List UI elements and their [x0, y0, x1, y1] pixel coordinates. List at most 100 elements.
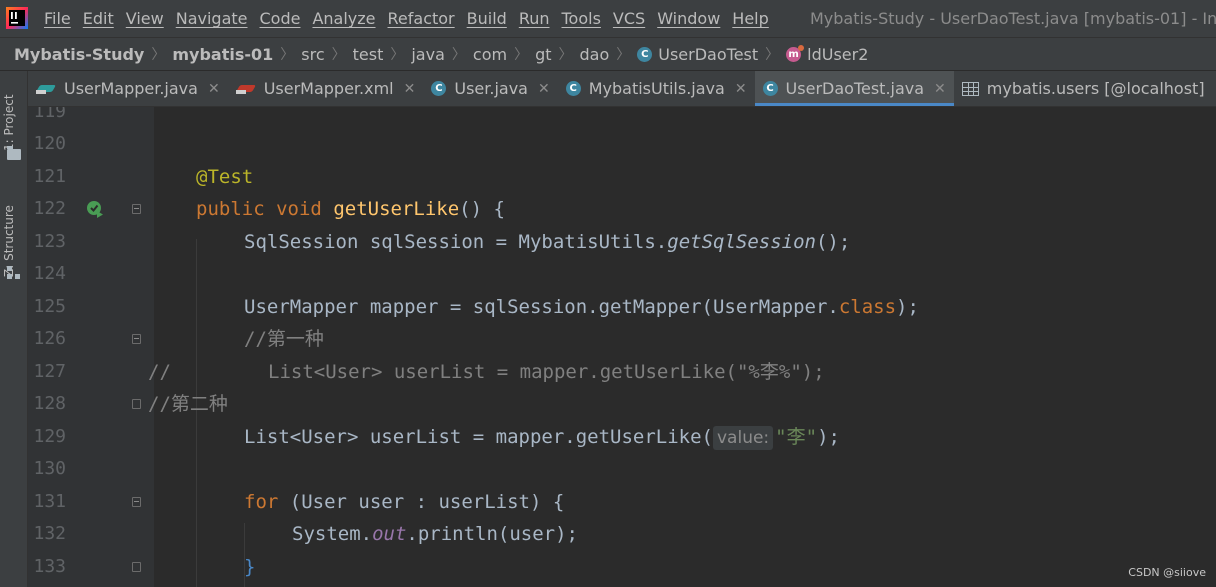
- chevron-right-icon: 〉: [280, 47, 295, 63]
- class-icon: C: [762, 81, 778, 96]
- code-line: 123 SqlSession sqlSession = MybatisUtils…: [28, 226, 1216, 258]
- parameter-hint: value:: [713, 426, 774, 450]
- crumb-class-label: UserDaoTest: [658, 44, 759, 64]
- line-number: 121: [33, 166, 66, 187]
- menu-window[interactable]: Window: [657, 9, 720, 28]
- class-icon: C: [637, 46, 653, 62]
- code-comment: //: [148, 361, 171, 383]
- fold-toggle-icon[interactable]: [132, 334, 141, 344]
- menu-run[interactable]: Run: [519, 9, 550, 28]
- code-line: 128 //第二种: [28, 388, 1216, 420]
- line-number: 125: [33, 296, 66, 317]
- folder-icon[interactable]: [7, 146, 21, 160]
- structure-tool-tab[interactable]: Z: Structure: [2, 189, 16, 277]
- fold-toggle-icon[interactable]: [132, 497, 141, 507]
- code-line: 133 }: [28, 551, 1216, 583]
- chevron-right-icon: 〉: [331, 47, 346, 63]
- menu-tools[interactable]: Tools: [562, 9, 601, 28]
- left-tool-strip: 1: Project Z: Structure: [0, 71, 28, 587]
- line-number: 126: [33, 328, 66, 349]
- crumb-com[interactable]: com: [473, 45, 507, 64]
- code-text: List<User> userList = mapper.getUserLike…: [244, 426, 840, 450]
- menu-file[interactable]: File: [44, 9, 71, 28]
- crumb-method-label: ldUser2: [807, 44, 869, 64]
- close-icon[interactable]: ✕: [404, 81, 416, 97]
- chevron-right-icon: 〉: [390, 47, 405, 63]
- code-line: 125 UserMapper mapper = sqlSession.getMa…: [28, 291, 1216, 323]
- code-comment: //第二种: [148, 393, 228, 415]
- chevron-right-icon: 〉: [151, 47, 166, 63]
- code-comment: //第一种: [244, 328, 324, 350]
- class-icon: C: [565, 81, 581, 96]
- code-text: public void getUserLike() {: [196, 198, 505, 220]
- tab-label: UserDaoTest.java: [785, 79, 925, 98]
- crumb-module[interactable]: mybatis-01: [172, 45, 273, 64]
- tab-usermapper-java[interactable]: UserMapper.java ✕: [28, 71, 228, 106]
- menu-edit[interactable]: Edit: [83, 9, 114, 28]
- close-icon[interactable]: ✕: [934, 81, 946, 97]
- mapper-xml-icon: [235, 82, 256, 96]
- table-icon: [961, 81, 979, 96]
- code-line: 119: [28, 107, 1216, 128]
- code-text: for (User user : userList) {: [244, 491, 565, 513]
- close-icon[interactable]: ✕: [208, 81, 220, 97]
- tab-mybatis-users-table[interactable]: mybatis.users [@localhost] ✕: [954, 71, 1216, 106]
- code-line: 122 public void getUserLike() {: [28, 193, 1216, 225]
- crumb-src[interactable]: src: [301, 45, 324, 64]
- menu-analyze[interactable]: Analyze: [312, 9, 375, 28]
- window-title: Mybatis-Study - UserDaoTest.java [mybati…: [810, 9, 1216, 28]
- chevron-right-icon: 〉: [514, 47, 529, 63]
- menu-view[interactable]: View: [126, 9, 164, 28]
- close-icon[interactable]: ✕: [538, 81, 550, 97]
- tab-user-java[interactable]: C User.java ✕: [423, 71, 557, 106]
- menu-build[interactable]: Build: [467, 9, 507, 28]
- chevron-right-icon: 〉: [558, 47, 573, 63]
- code-text: UserMapper mapper = sqlSession.getMapper…: [244, 296, 919, 318]
- code-line: 124: [28, 258, 1216, 290]
- crumb-project[interactable]: Mybatis-Study: [14, 45, 144, 64]
- menu-code[interactable]: Code: [260, 9, 301, 28]
- menu-refactor[interactable]: Refactor: [388, 9, 455, 28]
- code-comment: List<User> userList = mapper.getUserLike…: [268, 361, 825, 383]
- code-line: 130: [28, 453, 1216, 485]
- crumb-java[interactable]: java: [411, 45, 445, 64]
- line-number: 130: [33, 458, 66, 479]
- method-icon: m: [786, 44, 805, 62]
- intellij-logo-icon: [6, 7, 28, 29]
- line-number: 122: [33, 198, 66, 219]
- chevron-right-icon: 〉: [616, 47, 631, 63]
- tab-mybatisutils-java[interactable]: C MybatisUtils.java ✕: [558, 71, 755, 106]
- tab-userdaotest-java[interactable]: C UserDaoTest.java ✕: [754, 71, 955, 106]
- chevron-right-icon: 〉: [451, 47, 466, 63]
- structure-icon[interactable]: [7, 266, 21, 280]
- code-text: }: [244, 556, 256, 578]
- code-line: 121 @Test: [28, 161, 1216, 193]
- editor-tab-bar: UserMapper.java ✕ UserMapper.xml ✕ C Use…: [28, 71, 1216, 107]
- menu-help[interactable]: Help: [732, 9, 768, 28]
- line-number: 127: [33, 361, 66, 382]
- crumb-gt[interactable]: gt: [535, 45, 551, 64]
- close-icon[interactable]: ✕: [735, 81, 747, 97]
- crumb-method[interactable]: m ldUser2: [786, 44, 869, 64]
- code-text: System.out.println(user);: [292, 523, 578, 545]
- line-number: 132: [33, 523, 66, 544]
- fold-toggle-icon[interactable]: [132, 399, 141, 409]
- crumb-test[interactable]: test: [353, 45, 384, 64]
- fold-toggle-icon[interactable]: [132, 562, 141, 572]
- run-test-icon[interactable]: [86, 200, 104, 218]
- menu-navigate[interactable]: Navigate: [176, 9, 248, 28]
- code-line: 131 for (User user : userList) {: [28, 486, 1216, 518]
- project-tool-tab[interactable]: 1: Project: [2, 79, 16, 151]
- tab-usermapper-xml[interactable]: UserMapper.xml ✕: [228, 71, 424, 106]
- line-number: 128: [33, 393, 66, 414]
- fold-toggle-icon[interactable]: [132, 204, 141, 214]
- mapper-interface-icon: [36, 82, 56, 96]
- tab-label: MybatisUtils.java: [588, 79, 725, 98]
- code-editor[interactable]: 119 120 121 @Test 122 public void getUse…: [28, 107, 1216, 587]
- tab-label: UserMapper.java: [64, 79, 198, 98]
- crumb-class[interactable]: C UserDaoTest: [637, 45, 758, 64]
- code-line: 127 // List<User> userList = mapper.getU…: [28, 356, 1216, 388]
- menu-vcs[interactable]: VCS: [613, 9, 645, 28]
- crumb-dao[interactable]: dao: [580, 45, 610, 64]
- tab-label: User.java: [454, 79, 528, 98]
